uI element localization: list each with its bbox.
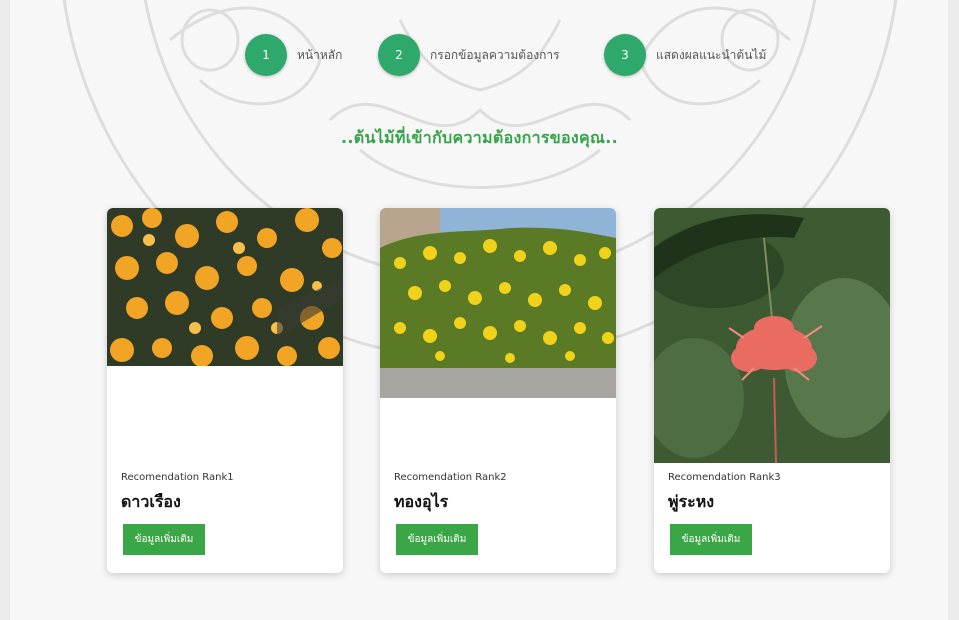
card-2-rank: Recomendation Rank2: [394, 472, 507, 483]
fringed-hibiscus-image: [654, 208, 890, 463]
card-1-more-info-button[interactable]: ข้อมูลเพิ่มเติม: [123, 524, 205, 555]
step-1-number: 1: [245, 34, 287, 76]
card-1-name: ดาวเรือง: [121, 492, 181, 511]
step-1-label: หน้าหลัก: [297, 47, 343, 62]
card-2-more-info-button[interactable]: ข้อมูลเพิ่มเติม: [396, 524, 478, 555]
page-headline: ..ต้นไม้ที่เข้ากับความต้องการของคุณ..: [341, 128, 618, 147]
step-2[interactable]: 2 กรอกข้อมูลความต้องการ: [378, 34, 560, 76]
step-3-label: แสดงผลแนะนำต้นไม้: [656, 47, 767, 62]
step-2-number: 2: [378, 34, 420, 76]
step-3-number: 3: [604, 34, 646, 76]
marigold-image: [107, 208, 343, 366]
recommendation-card-3: Recomendation Rank3 พู่ระหง ข้อมูลเพิ่มเ…: [654, 208, 890, 573]
card-2-name: ทองอุไร: [394, 492, 449, 511]
card-3-rank: Recomendation Rank3: [668, 472, 781, 483]
step-2-label: กรอกข้อมูลความต้องการ: [430, 47, 560, 62]
step-3[interactable]: 3 แสดงผลแนะนำต้นไม้: [604, 34, 766, 76]
yellow-hedge-image: [380, 208, 616, 398]
recommendation-card-1: Recomendation Rank1 ดาวเรือง ข้อมูลเพิ่ม…: [107, 208, 343, 573]
card-1-rank: Recomendation Rank1: [121, 472, 234, 483]
step-1[interactable]: 1 หน้าหลัก: [245, 34, 342, 76]
recommendation-card-2: Recomendation Rank2 ทองอุไร ข้อมูลเพิ่มเ…: [380, 208, 616, 573]
card-3-name: พู่ระหง: [668, 492, 715, 511]
card-3-more-info-button[interactable]: ข้อมูลเพิ่มเติม: [670, 524, 752, 555]
